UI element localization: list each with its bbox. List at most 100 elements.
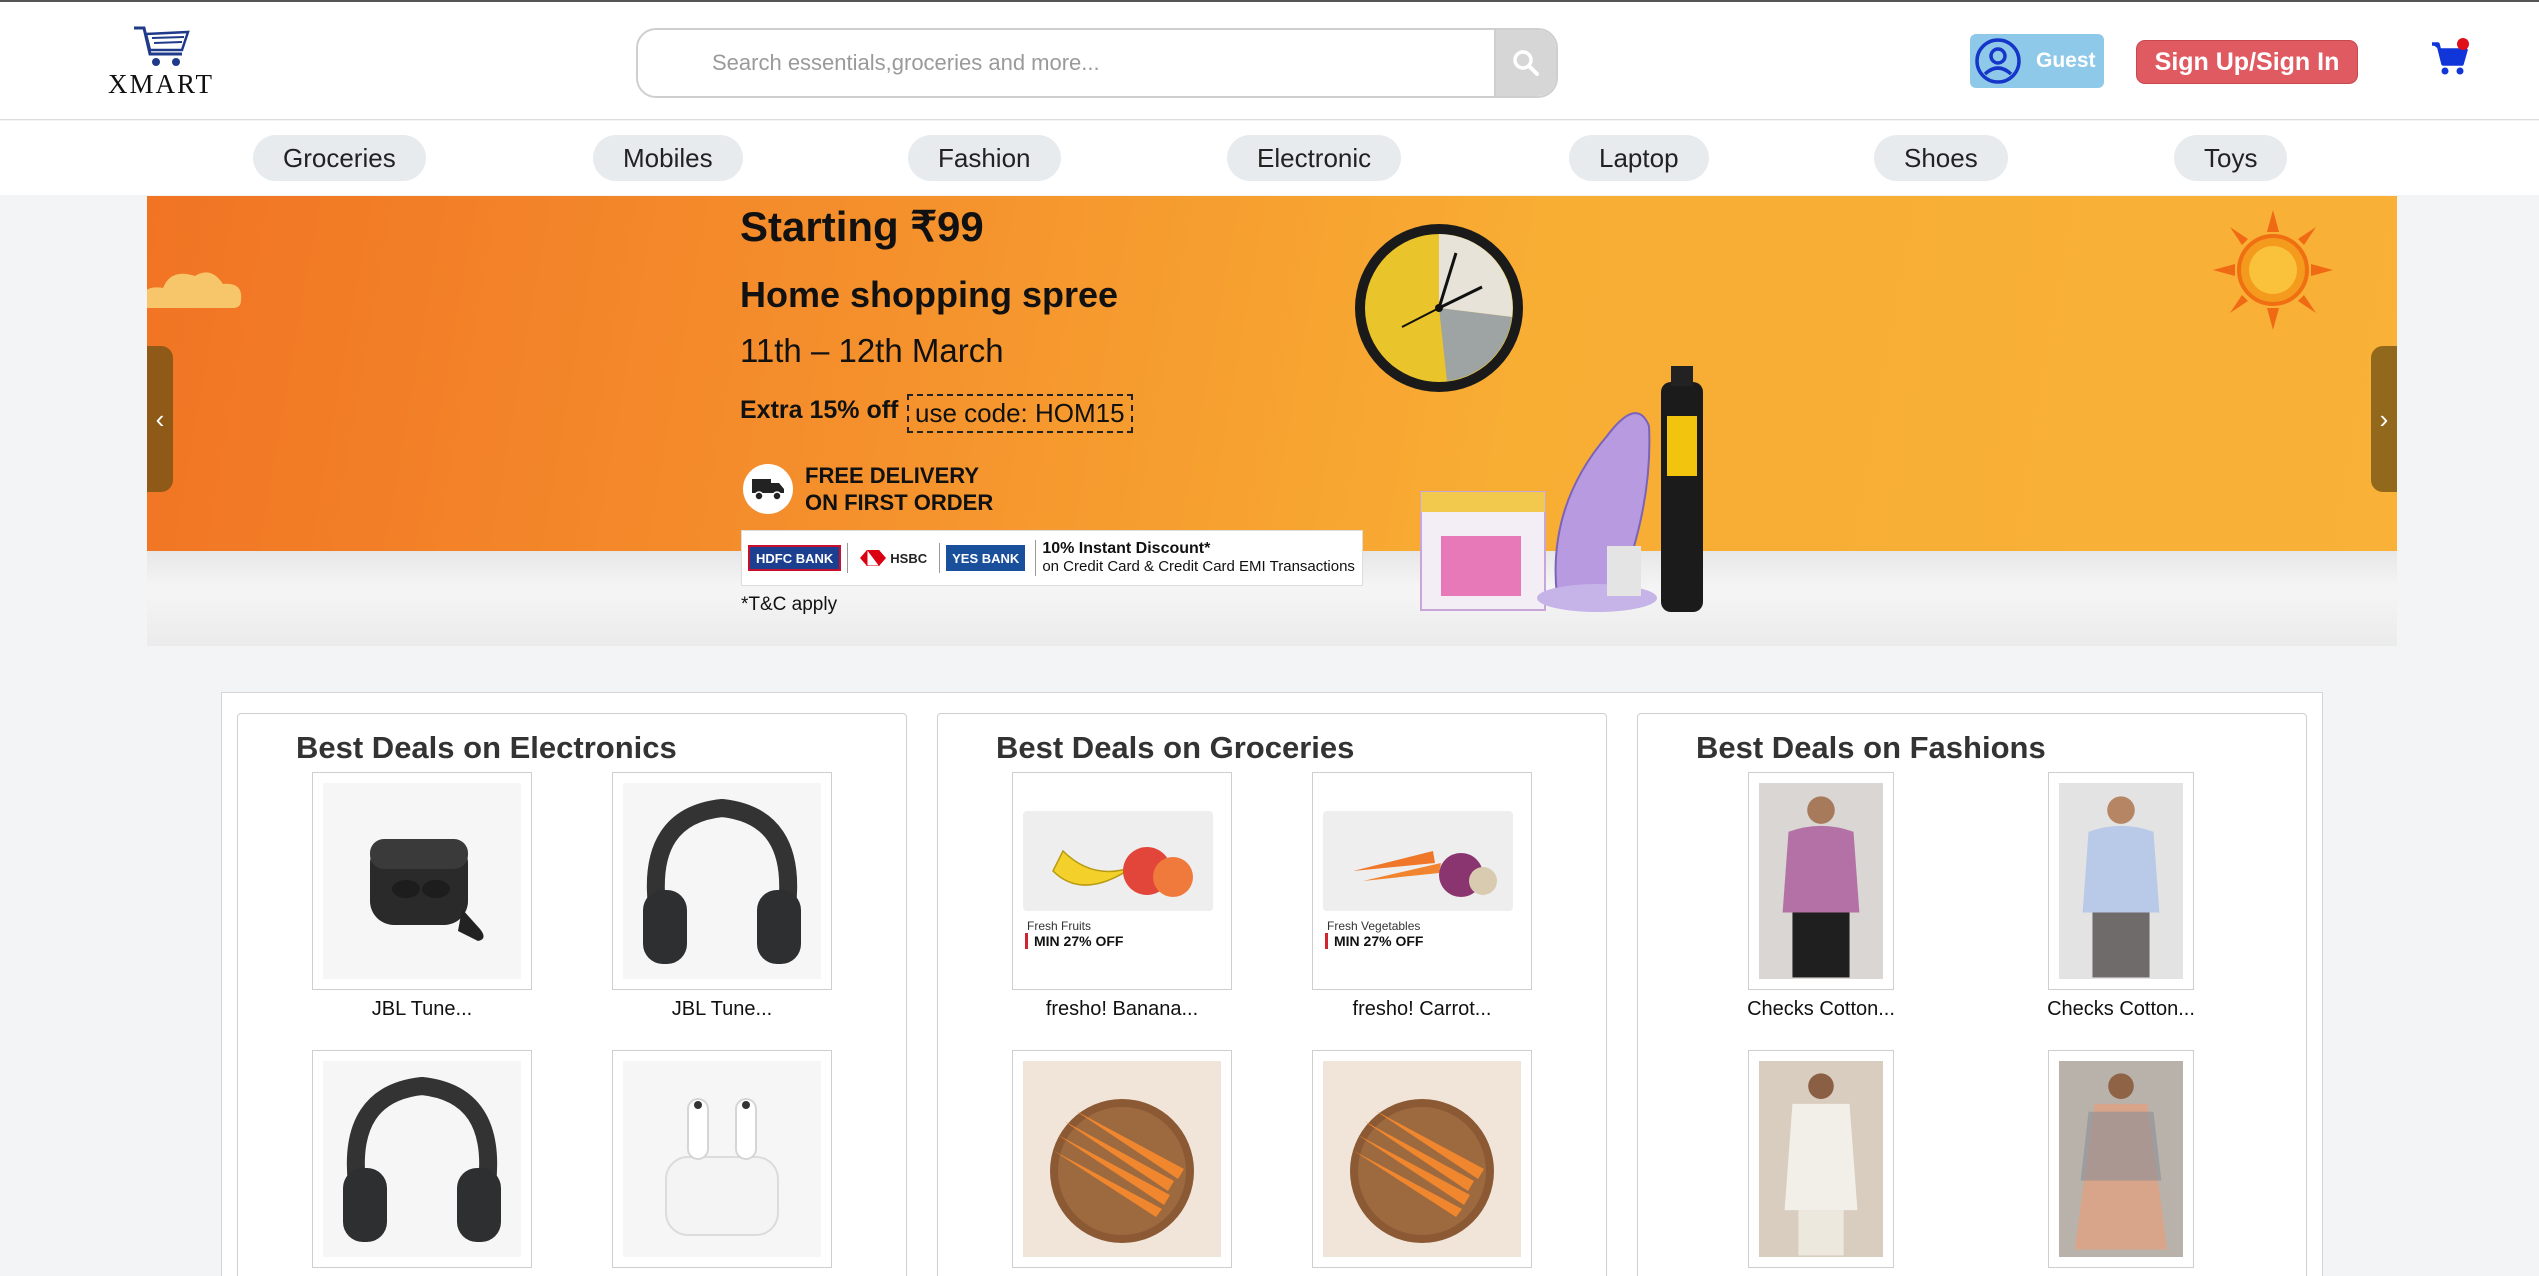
guest-profile-button[interactable]: Guest bbox=[1970, 34, 2104, 88]
product-name: JBL Tune... bbox=[371, 998, 473, 1020]
bank-offer-strip: HDFC BANK HSBC YES BANK 10% Instant Disc… bbox=[741, 530, 1363, 586]
search-bar bbox=[636, 28, 1558, 98]
carrots-board-image bbox=[1350, 1099, 1494, 1243]
product-image bbox=[612, 1050, 832, 1268]
bank-discount-text: 10% Instant Discount* on Credit Card & C… bbox=[1035, 540, 1355, 576]
deals-electronics-card: Best Deals on Electronics JBL Tune... JB… bbox=[237, 713, 907, 1276]
product-image bbox=[612, 772, 832, 990]
banner-coupon-code: use code: HOM15 bbox=[907, 394, 1133, 433]
banner-delivery-line1: FREE DELIVERY bbox=[805, 463, 979, 488]
product-image: Fresh Vegetables MIN 27% OFF bbox=[1312, 772, 1532, 990]
banner-terms: *T&C apply bbox=[741, 594, 838, 615]
product-card[interactable] bbox=[1312, 1050, 1532, 1276]
cloud-icon bbox=[147, 272, 242, 308]
hsbc-logo-icon bbox=[860, 550, 887, 566]
chevron-right-icon: › bbox=[2379, 403, 2389, 434]
product-subcategory: Fresh Fruits bbox=[1027, 919, 1092, 933]
chevron-left-icon: ‹ bbox=[155, 403, 165, 434]
header: XMART Guest Sign Up/Sign In bbox=[0, 0, 2539, 120]
hero-banner[interactable]: Starting ₹99 Home shopping spree 11th – … bbox=[147, 196, 2397, 646]
product-image bbox=[1748, 772, 1894, 990]
banner-headline: Home shopping spree bbox=[740, 274, 1119, 315]
banner-starting-price: Starting ₹99 bbox=[740, 203, 984, 250]
carrot-onion-icon bbox=[1353, 851, 1497, 897]
deals-fashions-card: Best Deals on Fashions Checks Cotton... bbox=[1637, 713, 2307, 1276]
bank-discount-line2: on Credit Card & Credit Card EMI Transac… bbox=[1042, 558, 1355, 575]
cart-button[interactable] bbox=[2430, 38, 2470, 78]
product-name: JBL Tune... bbox=[671, 998, 773, 1020]
product-card[interactable] bbox=[612, 1050, 832, 1276]
deals-groceries-title: Best Deals on Groceries bbox=[996, 730, 1355, 765]
banner-extra-off: Extra 15% off bbox=[740, 396, 899, 424]
category-shoes[interactable]: Shoes bbox=[1874, 135, 2008, 181]
deals-section: Best Deals on Electronics JBL Tune... JB… bbox=[221, 692, 2323, 1276]
peach-dress-model-image bbox=[2074, 1073, 2168, 1250]
product-offer: MIN 27% OFF bbox=[1325, 933, 1423, 949]
banner-dates: 11th – 12th March bbox=[740, 332, 1004, 369]
product-card[interactable]: Fresh Fruits MIN 27% OFF fresho! Banana.… bbox=[1012, 772, 1232, 1021]
deals-fashions-title: Best Deals on Fashions bbox=[1696, 730, 2046, 765]
cart-logo-icon bbox=[134, 26, 190, 66]
product-card[interactable]: Checks Cotton... bbox=[1747, 772, 1895, 1021]
category-laptop[interactable]: Laptop bbox=[1569, 135, 1709, 181]
product-image bbox=[312, 1050, 532, 1268]
headphones-image bbox=[343, 1076, 501, 1242]
product-image bbox=[2048, 772, 2194, 990]
vegetables-image bbox=[1323, 811, 1513, 911]
banner-next-button[interactable]: › bbox=[2371, 346, 2397, 492]
category-toys[interactable]: Toys bbox=[2174, 135, 2288, 181]
pink-shirt-model-image bbox=[1782, 796, 1860, 978]
product-card[interactable] bbox=[312, 1050, 532, 1276]
search-input[interactable] bbox=[638, 30, 1496, 96]
white-kurta-model-image bbox=[1784, 1073, 1858, 1256]
banner-prev-button[interactable]: ‹ bbox=[147, 346, 173, 492]
bank-hdfc: HDFC BANK bbox=[748, 545, 842, 571]
carrots-board-image bbox=[1050, 1099, 1194, 1243]
product-image bbox=[1748, 1050, 1894, 1268]
product-card[interactable]: JBL Tune... bbox=[312, 772, 532, 1021]
category-bar: Groceries Mobiles Fashion Electronic Lap… bbox=[0, 121, 2539, 195]
bank-separator bbox=[939, 543, 941, 573]
user-avatar-icon bbox=[1975, 38, 2021, 84]
product-offer: MIN 27% OFF bbox=[1025, 933, 1123, 949]
blue-shirt-model-image bbox=[2082, 796, 2160, 978]
product-card[interactable]: Checks Cotton... bbox=[2047, 772, 2195, 1021]
airpods-image bbox=[665, 1098, 779, 1236]
product-image bbox=[1312, 1050, 1532, 1268]
bank-hsbc: HSBC bbox=[854, 545, 933, 571]
guest-label: Guest bbox=[2036, 49, 2096, 72]
category-fashion[interactable]: Fashion bbox=[908, 135, 1061, 181]
product-image bbox=[1012, 1050, 1232, 1268]
product-image bbox=[2048, 1050, 2194, 1268]
logo-text: XMART bbox=[108, 69, 214, 99]
category-mobiles[interactable]: Mobiles bbox=[593, 135, 743, 181]
product-card[interactable]: JBL Tune... bbox=[612, 772, 832, 1021]
product-subcategory: Fresh Vegetables bbox=[1327, 919, 1421, 933]
banner-delivery-line2: ON FIRST ORDER bbox=[805, 490, 994, 515]
cart-icon bbox=[2432, 38, 2469, 75]
search-button[interactable] bbox=[1494, 30, 1556, 96]
product-image bbox=[312, 772, 532, 990]
product-name: Checks Cotton... bbox=[1747, 998, 1895, 1020]
category-electronic[interactable]: Electronic bbox=[1227, 135, 1402, 181]
product-image: Fresh Fruits MIN 27% OFF bbox=[1012, 772, 1232, 990]
fruits-image bbox=[1023, 811, 1213, 911]
product-card[interactable] bbox=[1748, 1050, 1894, 1276]
category-groceries[interactable]: Groceries bbox=[253, 135, 426, 181]
banner-delivery-text: FREE DELIVERY ON FIRST ORDER bbox=[805, 462, 993, 516]
bank-discount-line1: 10% Instant Discount* bbox=[1042, 540, 1211, 557]
deals-groceries-card: Best Deals on Groceries Fresh Fruits MIN… bbox=[937, 713, 1607, 1276]
signin-button[interactable]: Sign Up/Sign In bbox=[2136, 40, 2358, 84]
deals-electronics-title: Best Deals on Electronics bbox=[296, 730, 677, 765]
banana-apple-icon bbox=[1052, 847, 1193, 897]
product-card[interactable] bbox=[1012, 1050, 1232, 1276]
bank-separator bbox=[847, 543, 849, 573]
product-card[interactable] bbox=[2048, 1050, 2194, 1276]
product-card[interactable]: Fresh Vegetables MIN 27% OFF fresho! Car… bbox=[1312, 772, 1532, 1021]
sun-icon bbox=[2213, 210, 2333, 330]
search-icon bbox=[1513, 50, 1539, 76]
product-name: fresho! Carrot... bbox=[1352, 998, 1492, 1020]
home-products-image bbox=[1420, 366, 1703, 612]
logo[interactable]: XMART bbox=[96, 24, 226, 100]
headphones-image bbox=[643, 798, 801, 964]
